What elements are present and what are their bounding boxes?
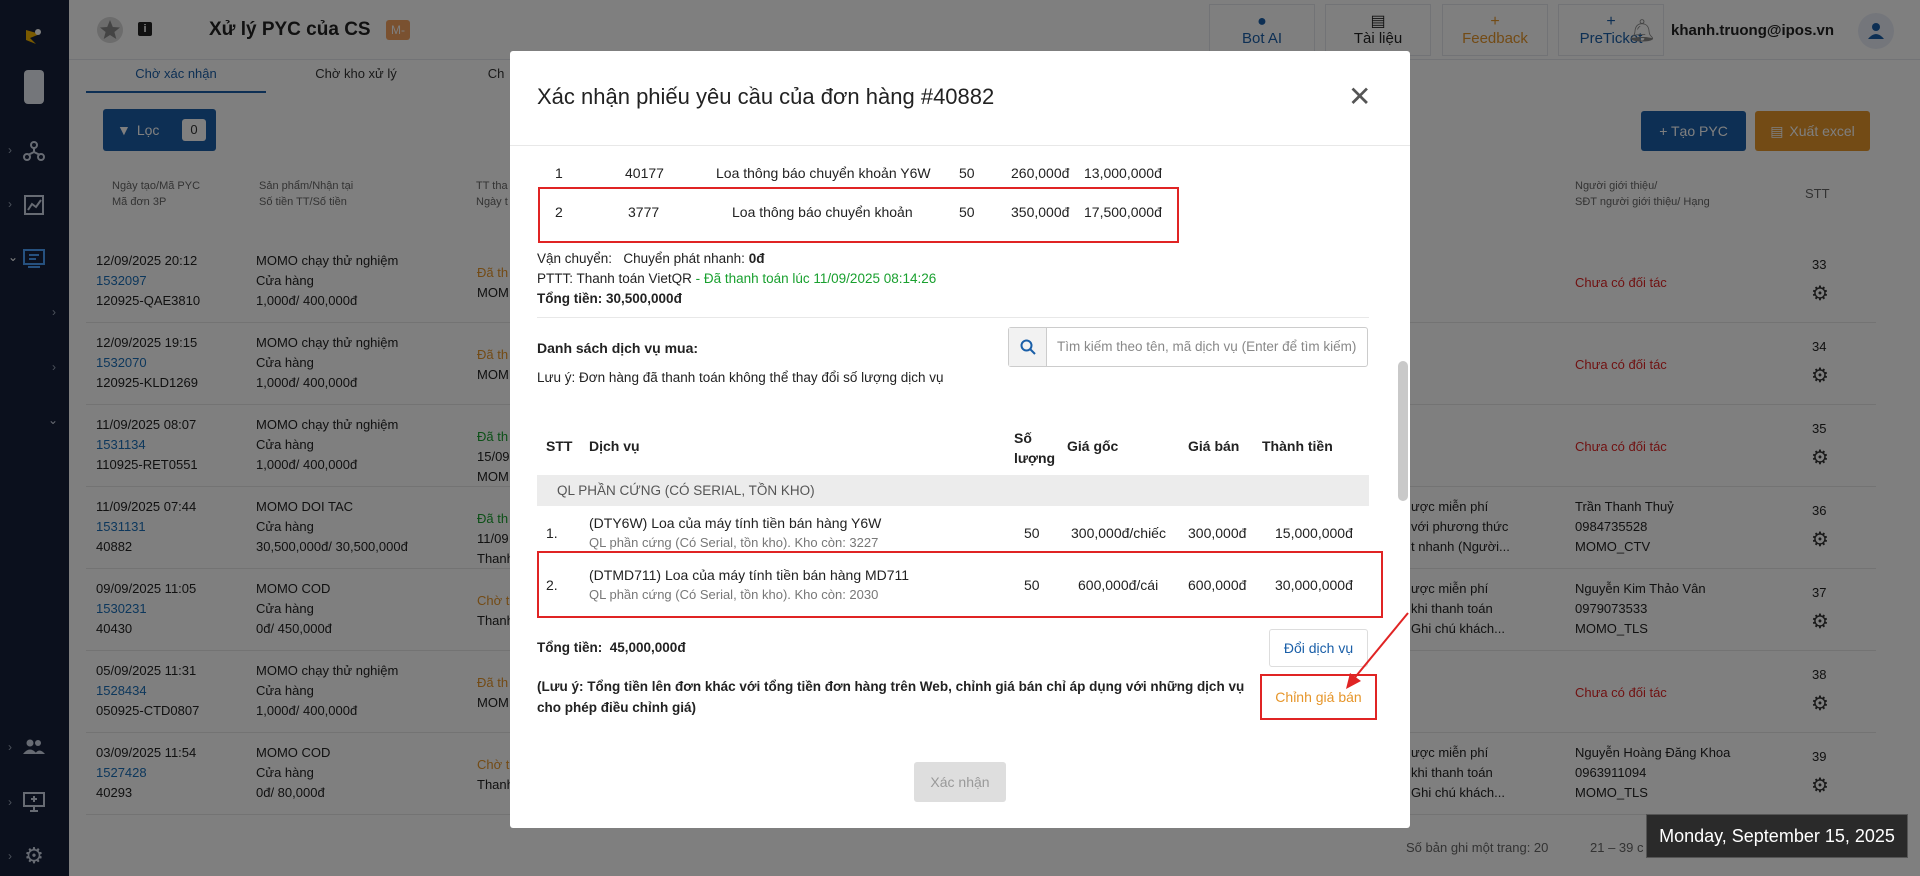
- order-item-total: 17,500,000đ: [1084, 204, 1162, 220]
- service-name-cell: (DTY6W) Loa của máy tính tiền bán hàng Y…: [589, 514, 881, 552]
- arrow-annotation: [1346, 612, 1409, 689]
- shipping-value: Chuyển phát nhanh:: [623, 251, 745, 266]
- service-stt: 2.: [546, 577, 558, 593]
- service-qty: 50: [1024, 525, 1040, 541]
- modal-scrollbar[interactable]: [1398, 361, 1408, 501]
- order-item-code: 40177: [625, 165, 664, 181]
- services-note: Lưu ý: Đơn hàng đã thanh toán không thể …: [537, 370, 944, 385]
- service-sub: QL phần cứng (Có Serial, tồn kho). Kho c…: [589, 587, 879, 602]
- svc-header-qty: Số lượng: [1014, 428, 1055, 468]
- svc-total-label: Tổng tiền:: [537, 640, 603, 655]
- divider: [537, 317, 1369, 318]
- svc-header-total: Thành tiền: [1262, 438, 1333, 454]
- service-total: 15,000,000đ: [1275, 525, 1353, 541]
- payment-label: PTTT: Thanh toán VietQR: [537, 271, 692, 286]
- payment-line: PTTT: Thanh toán VietQR - Đã thanh toán …: [537, 271, 936, 286]
- order-total-value: 30,500,000đ: [606, 291, 682, 306]
- order-item-code: 3777: [628, 204, 660, 220]
- search-icon[interactable]: [1009, 328, 1047, 366]
- order-total-label: Tổng tiền:: [537, 291, 603, 306]
- confirm-button[interactable]: Xác nhận: [914, 762, 1006, 802]
- service-qty: 50: [1024, 577, 1040, 593]
- service-total: 30,000,000đ: [1275, 577, 1353, 593]
- shipping-line: Vận chuyển: Chuyển phát nhanh: 0đ: [537, 251, 764, 266]
- shipping-label: Vận chuyển:: [537, 251, 613, 266]
- svc-header-qty-line2: lượng: [1014, 450, 1056, 466]
- order-item-stt: 1: [555, 165, 563, 181]
- confirm-modal: Xác nhận phiếu yêu cầu của đơn hàng #408…: [510, 51, 1410, 828]
- order-item-price: 260,000đ: [1011, 165, 1070, 181]
- order-item-name: Loa thông báo chuyển khoản: [732, 204, 913, 220]
- services-label: Danh sách dịch vụ mua:: [537, 340, 699, 356]
- svc-header-sell-price: Giá bán: [1188, 438, 1240, 454]
- shipping-fee: 0đ: [748, 251, 765, 266]
- date-display: Monday, September 15, 2025: [1646, 814, 1908, 858]
- svc-total-value: 45,000,000đ: [609, 640, 686, 655]
- svc-header-service: Dịch vụ: [589, 438, 640, 454]
- order-item-qty: 50: [959, 165, 975, 181]
- order-item-total: 13,000,000đ: [1084, 165, 1162, 181]
- service-sell-price: 600,000đ: [1188, 577, 1247, 593]
- close-icon[interactable]: ✕: [1348, 83, 1371, 111]
- service-name: (DTMD711) Loa của máy tính tiền bán hàng…: [589, 567, 910, 583]
- service-name-cell: (DTMD711) Loa của máy tính tiền bán hàng…: [589, 566, 909, 604]
- svc-header-qty-line1: Số: [1014, 430, 1032, 446]
- order-item-stt: 2: [555, 204, 563, 220]
- svc-total-line: Tổng tiền: 45,000,000đ: [537, 640, 686, 655]
- order-item-name: Loa thông báo chuyển khoản Y6W: [716, 165, 931, 181]
- payment-status: - Đã thanh toán lúc 11/09/2025 08:14:26: [691, 271, 937, 286]
- order-total-line: Tổng tiền: 30,500,000đ: [537, 291, 682, 306]
- service-stt: 1.: [546, 525, 558, 541]
- service-name: (DTY6W) Loa của máy tính tiền bán hàng Y…: [589, 515, 882, 531]
- service-search[interactable]: Tìm kiếm theo tên, mã dịch vụ (Enter để …: [1008, 327, 1368, 367]
- svc-header-stt: STT: [546, 438, 573, 454]
- price-warning: (Lưu ý: Tổng tiền lên đơn khác với tổng …: [537, 679, 1245, 715]
- service-base-price: 300,000đ/chiếc: [1071, 525, 1166, 541]
- order-item-qty: 50: [959, 204, 975, 220]
- svc-header-base-price: Giá gốc: [1067, 438, 1119, 454]
- order-item-price: 350,000đ: [1011, 204, 1070, 220]
- service-base-price: 600,000đ/cái: [1078, 577, 1159, 593]
- service-group: QL PHẦN CỨNG (CÓ SERIAL, TỒN KHO): [537, 475, 1369, 506]
- service-sub: QL phần cứng (Có Serial, tồn kho). Kho c…: [589, 535, 879, 550]
- modal-title: Xác nhận phiếu yêu cầu của đơn hàng #408…: [537, 84, 995, 109]
- search-input[interactable]: Tìm kiếm theo tên, mã dịch vụ (Enter để …: [1057, 339, 1356, 354]
- modal-header: Xác nhận phiếu yêu cầu của đơn hàng #408…: [510, 51, 1410, 146]
- service-sell-price: 300,000đ: [1188, 525, 1247, 541]
